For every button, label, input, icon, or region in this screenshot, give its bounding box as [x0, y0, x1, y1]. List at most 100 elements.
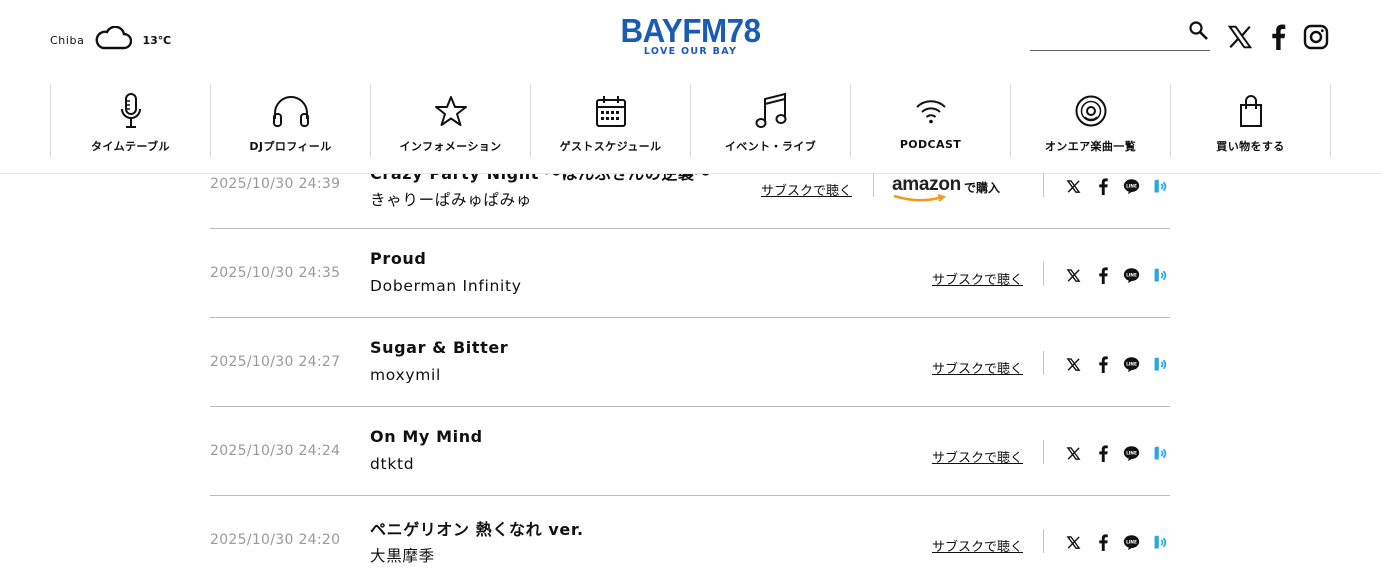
song-row: 2025/10/30 24:24 On My Mind dtktd サブスクで聴… — [210, 407, 1170, 496]
search-input[interactable] — [1030, 20, 1184, 50]
nav-label: イベント・ライブ — [724, 140, 817, 153]
song-artist: きゃりーぱみゅぱみゅ — [370, 191, 533, 209]
divider — [1043, 173, 1044, 197]
site-header: Chiba 13℃ BAYFM78 LOVE OUR BAY タイムテーブル D… — [0, 0, 1381, 174]
nav-item-podcast[interactable]: PODCAST — [850, 85, 1010, 157]
nav-item-onair-songs[interactable]: オンエア楽曲一覧 — [1010, 85, 1170, 157]
svg-text:LINE: LINE — [1126, 272, 1137, 278]
song-title: On My Mind — [370, 427, 483, 446]
song-title: Proud — [370, 249, 427, 268]
bayfm-logo[interactable]: BAYFM78 LOVE OUR BAY — [613, 12, 768, 58]
subscribe-listen-link[interactable]: サブスクで聴く — [932, 358, 1023, 377]
nav-label: タイムテーブル — [91, 140, 170, 153]
song-artist: moxymil — [370, 366, 442, 384]
facebook-icon[interactable] — [1092, 532, 1113, 552]
facebook-icon[interactable] — [1092, 443, 1113, 463]
weather-widget: Chiba 13℃ — [50, 25, 172, 54]
radiko-icon[interactable] — [1150, 354, 1171, 374]
line-icon[interactable]: LINE — [1121, 443, 1142, 463]
main-navigation: タイムテーブル DJプロフィール インフォメーション ゲストスケジュール イベン… — [50, 85, 1331, 157]
cloud-icon — [94, 25, 133, 54]
nav-label: オンエア楽曲一覧 — [1044, 140, 1137, 153]
nav-item-shopping[interactable]: 買い物をする — [1170, 85, 1331, 157]
music-note-icon — [691, 91, 850, 131]
line-icon[interactable]: LINE — [1121, 265, 1142, 285]
microphone-icon — [51, 91, 210, 131]
disc-icon — [1011, 91, 1170, 131]
nav-label: 買い物をする — [1216, 140, 1285, 153]
nav-item-events-live[interactable]: イベント・ライブ — [690, 85, 850, 157]
song-time: 2025/10/30 24:39 — [210, 176, 341, 192]
divider — [873, 173, 874, 197]
song-time: 2025/10/30 24:27 — [210, 354, 341, 370]
song-row: 2025/10/30 24:35 Proud Doberman Infinity… — [210, 229, 1170, 318]
song-time: 2025/10/30 24:20 — [210, 532, 341, 548]
song-row: 2025/10/30 24:20 ペニゲリオン 熱くなれ ver. 大黒摩季 サ… — [210, 496, 1170, 584]
divider — [1043, 351, 1044, 375]
shopping-bag-icon — [1171, 91, 1330, 131]
facebook-icon[interactable] — [1092, 265, 1113, 285]
share-icons: LINE — [1063, 176, 1171, 196]
subscribe-listen-link[interactable]: サブスクで聴く — [932, 447, 1023, 466]
line-icon[interactable]: LINE — [1121, 354, 1142, 374]
radiko-icon[interactable] — [1150, 532, 1171, 552]
divider — [1043, 262, 1044, 286]
amazon-logo: amazon — [892, 175, 961, 202]
subscribe-listen-link[interactable]: サブスクで聴く — [932, 269, 1023, 288]
headphones-icon — [211, 91, 370, 131]
nav-item-dj-profile[interactable]: DJプロフィール — [210, 85, 370, 157]
weather-city: Chiba — [50, 33, 85, 47]
star-icon — [371, 91, 530, 131]
facebook-icon[interactable] — [1270, 24, 1290, 52]
svg-text:LINE: LINE — [1126, 539, 1137, 545]
radiko-icon[interactable] — [1150, 176, 1171, 196]
facebook-icon[interactable] — [1092, 176, 1113, 196]
nav-item-timetable[interactable]: タイムテーブル — [50, 85, 210, 157]
share-icons: LINE — [1063, 443, 1171, 463]
share-icons: LINE — [1063, 354, 1171, 374]
line-icon[interactable]: LINE — [1121, 176, 1142, 196]
svg-text:LINE: LINE — [1126, 361, 1137, 367]
x-icon[interactable] — [1063, 532, 1084, 552]
nav-label: ゲストスケジュール — [559, 140, 662, 153]
onair-song-list: 2025/10/30 24:39 Crazy Party Night 〜ぱんぷき… — [210, 140, 1170, 584]
song-artist: dtktd — [370, 455, 415, 473]
amazon-buy-label: で購入 — [963, 181, 1000, 195]
nav-item-information[interactable]: インフォメーション — [370, 85, 530, 157]
calendar-icon — [531, 91, 690, 131]
divider — [1043, 440, 1044, 464]
svg-text:LINE: LINE — [1126, 450, 1137, 456]
x-icon[interactable] — [1227, 24, 1255, 52]
x-icon[interactable] — [1063, 443, 1084, 463]
song-title: Sugar & Bitter — [370, 338, 509, 357]
line-icon[interactable]: LINE — [1121, 532, 1142, 552]
song-time: 2025/10/30 24:35 — [210, 265, 341, 281]
svg-text:LINE: LINE — [1126, 183, 1137, 189]
song-title: ペニゲリオン 熱くなれ ver. — [370, 520, 584, 539]
nav-item-guest-schedule[interactable]: ゲストスケジュール — [530, 85, 690, 157]
song-row: 2025/10/30 24:27 Sugar & Bitter moxymil … — [210, 318, 1170, 407]
amazon-buy-link[interactable]: amazon で購入 — [892, 175, 1000, 202]
song-time: 2025/10/30 24:24 — [210, 443, 341, 459]
song-artist: 大黒摩季 — [370, 547, 435, 565]
instagram-icon[interactable] — [1303, 24, 1331, 52]
subscribe-listen-link[interactable]: サブスクで聴く — [761, 180, 852, 199]
divider — [1043, 529, 1044, 553]
subscribe-listen-link[interactable]: サブスクで聴く — [932, 536, 1023, 555]
wifi-icon — [851, 91, 1010, 131]
x-icon[interactable] — [1063, 354, 1084, 374]
share-icons: LINE — [1063, 265, 1171, 285]
logo-wordmark: BAYFM78 — [620, 12, 761, 49]
x-icon[interactable] — [1063, 176, 1084, 196]
nav-label: DJプロフィール — [249, 140, 332, 153]
radiko-icon[interactable] — [1150, 443, 1171, 463]
song-artist: Doberman Infinity — [370, 277, 522, 295]
radiko-icon[interactable] — [1150, 265, 1171, 285]
weather-temperature: 13℃ — [142, 33, 172, 47]
x-icon[interactable] — [1063, 265, 1084, 285]
nav-label: インフォメーション — [399, 140, 502, 153]
facebook-icon[interactable] — [1092, 354, 1113, 374]
share-icons: LINE — [1063, 532, 1171, 552]
amazon-smile-icon — [893, 194, 947, 202]
search-icon[interactable] — [1188, 20, 1210, 42]
